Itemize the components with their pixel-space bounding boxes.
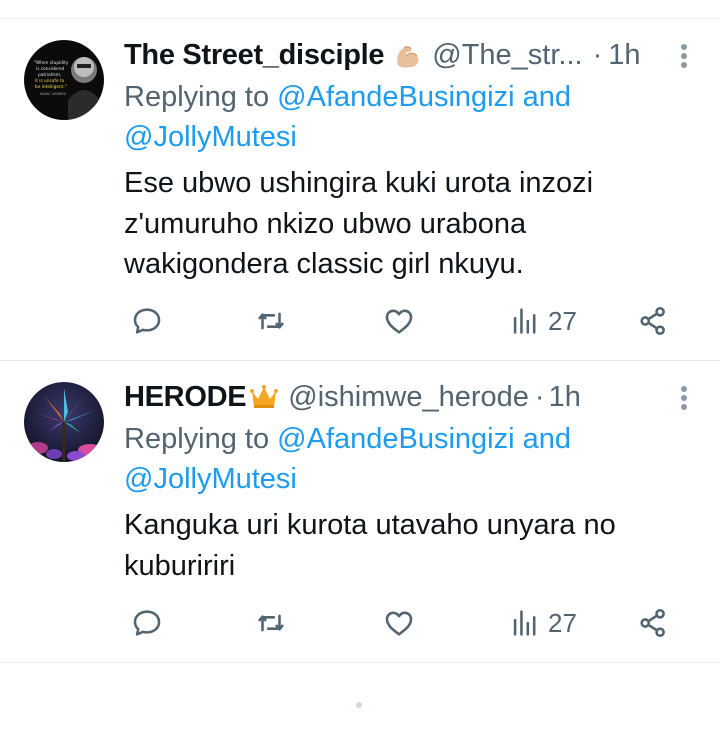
avatar-quote-line: "When stupidity	[34, 60, 69, 66]
tweet-header: HERODE @ishimwe_herode · 1h	[124, 377, 694, 417]
repost-button[interactable]	[254, 299, 288, 343]
avatar-quote-line: be intelligent."	[35, 84, 67, 90]
separator-dot: ·	[534, 381, 545, 413]
views-chart-icon	[513, 610, 536, 636]
tweet-text: Kanguka uri kurota utavaho unyara no kub…	[124, 509, 616, 582]
avatar[interactable]: "When stupidity is considered patriotism…	[24, 40, 104, 120]
flower-art-avatar-icon	[24, 382, 104, 462]
replying-to: Replying to @AfandeBusingizi and @JollyM…	[124, 419, 694, 499]
tweet-reply[interactable]: "When stupidity is considered patriotism…	[0, 19, 720, 361]
flexed-biceps-emoji-icon	[392, 39, 424, 71]
mention-link[interactable]: @JollyMutesi	[124, 121, 297, 153]
views-chart-icon	[513, 308, 536, 334]
user-handle[interactable]: @ishimwe_herode	[288, 377, 529, 417]
like-button[interactable]	[382, 299, 416, 343]
share-button[interactable]	[636, 601, 670, 645]
and-label: and	[514, 81, 572, 113]
reply-icon	[133, 610, 161, 636]
repost-button[interactable]	[254, 601, 288, 645]
reply-button[interactable]	[130, 601, 164, 645]
timestamp[interactable]: 1h	[608, 35, 640, 75]
more-options-icon[interactable]	[674, 41, 694, 71]
repost-icon	[258, 614, 284, 632]
mention-link[interactable]: @AfandeBusingizi	[277, 81, 514, 113]
and-label: and	[514, 423, 572, 455]
replying-to: Replying to @AfandeBusingizi and @JollyM…	[124, 77, 694, 157]
replying-to-label: Replying to	[124, 423, 278, 455]
avatar-quote-line: it is unsafe to	[35, 78, 65, 84]
views-button[interactable]: 27	[508, 601, 577, 645]
mention-link[interactable]: @JollyMutesi	[124, 463, 297, 495]
views-count: 27	[548, 305, 577, 336]
more-options-icon[interactable]	[674, 383, 694, 413]
timestamp[interactable]: 1h	[549, 377, 581, 417]
avatar[interactable]	[24, 382, 104, 462]
avatar-quote-line: patriotism,	[38, 72, 61, 78]
repost-icon	[258, 312, 284, 330]
like-button[interactable]	[382, 601, 416, 645]
replying-to-label: Replying to	[124, 81, 278, 113]
crown-emoji-icon	[248, 381, 280, 413]
share-icon	[640, 608, 665, 638]
views-button[interactable]: 27	[508, 299, 577, 343]
quote-portrait-avatar-icon: "When stupidity is considered patriotism…	[24, 40, 104, 120]
reply-icon	[133, 308, 161, 334]
mention-link[interactable]: @AfandeBusingizi	[277, 423, 514, 455]
display-name[interactable]: The Street_disciple	[124, 35, 385, 75]
tweet-actions: 27	[124, 601, 684, 645]
avatar-quote-author: ISAAC ASIMOV	[40, 92, 67, 96]
avatar-quote-line: is considered	[36, 66, 65, 72]
views-count: 27	[548, 607, 577, 638]
loading-indicator	[356, 702, 362, 708]
user-handle[interactable]: @The_str...	[432, 35, 582, 75]
tweet-text: Ese ubwo ushingira kuki urota inzozi z'u…	[124, 167, 594, 280]
separator-dot: ·	[592, 39, 603, 71]
tweet-header: The Street_disciple @The_str... · 1h	[124, 35, 694, 75]
reply-button[interactable]	[130, 299, 164, 343]
share-icon	[640, 306, 665, 336]
heart-icon	[385, 309, 413, 334]
tweet-actions: 27	[124, 299, 684, 343]
tweet-reply[interactable]: HERODE @ishimwe_herode · 1h Replying to …	[0, 361, 720, 663]
share-button[interactable]	[636, 299, 670, 343]
display-name[interactable]: HERODE	[124, 377, 247, 417]
heart-icon	[385, 611, 413, 636]
